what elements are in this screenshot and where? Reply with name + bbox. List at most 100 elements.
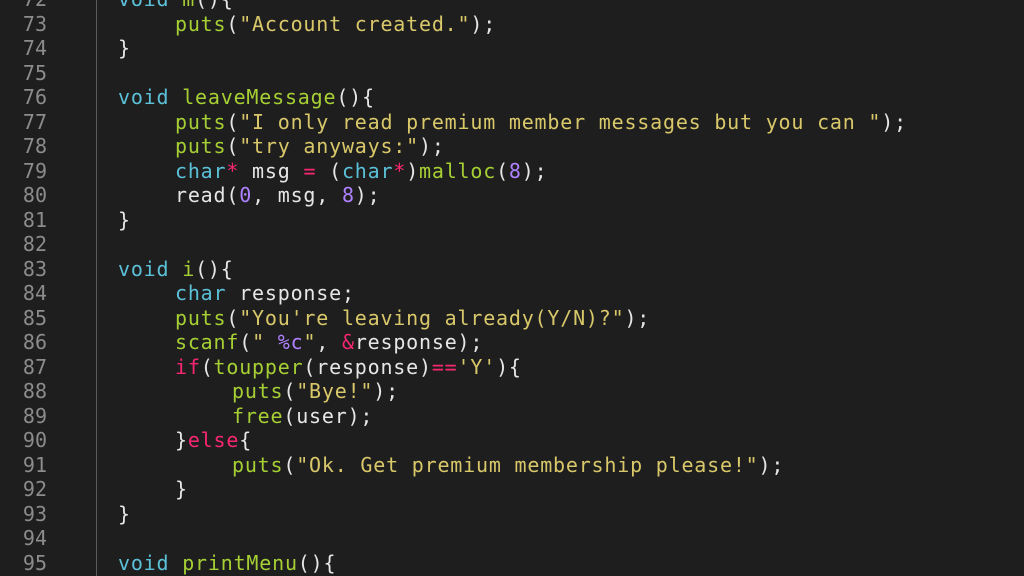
code-token: (user);: [283, 403, 374, 428]
code-token: );: [521, 158, 548, 183]
code-line[interactable]: 80 read(0, msg, 8);: [0, 183, 1024, 208]
code-token: "Ok. Get premium membership please!": [296, 452, 759, 477]
code-token: (: [226, 134, 240, 158]
code-token: char: [341, 158, 394, 183]
code-token: );: [881, 109, 907, 134]
code-token: }: [118, 36, 131, 60]
code-line[interactable]: 76 void leaveMessage(){: [0, 85, 1024, 110]
code-token: puts: [175, 134, 227, 158]
code-editor[interactable]: 72void m(){73puts("Account created.");74…: [0, 0, 1024, 576]
code-token: 8: [508, 158, 522, 183]
line-number: 81: [22, 207, 47, 232]
code-token: 'Y': [457, 354, 497, 379]
code-token: void: [118, 85, 170, 109]
code-token: "I only read premium member messages but…: [239, 109, 882, 134]
line-number: 72: [0, 0, 47, 12]
line-number: 92: [22, 477, 47, 501]
code-token: (: [496, 158, 509, 183]
code-line[interactable]: 75: [0, 61, 1024, 86]
code-token: }: [118, 501, 131, 526]
line-number: 79: [22, 158, 47, 183]
code-token: else: [187, 428, 240, 452]
code-token: leaveMessage: [182, 85, 337, 109]
code-text: char response;: [175, 281, 355, 306]
code-token: printMenu: [182, 550, 298, 575]
line-number: 91: [22, 452, 47, 477]
code-token: (response): [303, 354, 432, 379]
code-token: , msg,: [252, 183, 342, 207]
code-token: "You're leaving already(Y/N)?": [239, 305, 625, 330]
code-token: puts: [232, 452, 284, 477]
code-line[interactable]: 79 char* msg = (char*)malloc(8);: [0, 159, 1024, 184]
code-line[interactable]: 78 puts("try anyways:");: [0, 134, 1024, 159]
code-token: "Bye!": [296, 379, 374, 403]
code-text: puts("Ok. Get premium membership please!…: [232, 453, 784, 478]
code-line[interactable]: 95 void printMenu(){: [0, 551, 1024, 576]
code-token: void: [118, 256, 170, 281]
code-token: (){: [336, 85, 375, 109]
code-line[interactable]: 81}: [0, 208, 1024, 233]
code-token: if: [175, 354, 201, 379]
code-line[interactable]: 83 void i(){: [0, 257, 1024, 282]
code-line[interactable]: 74}: [0, 36, 1024, 61]
code-token: (){: [297, 550, 337, 575]
code-line[interactable]: 84 char response;: [0, 281, 1024, 306]
code-token: }: [175, 428, 188, 452]
code-line[interactable]: 82: [0, 232, 1024, 257]
code-token: );: [373, 379, 399, 403]
code-line[interactable]: 72 void m(){: [0, 0, 1024, 12]
code-token: );: [419, 134, 445, 158]
code-token: response);: [354, 330, 484, 354]
code-text: puts("Account created.");: [175, 12, 496, 37]
line-number: 82: [22, 232, 47, 256]
code-text: char* msg = (char*)malloc(8);: [175, 159, 547, 184]
code-token: );: [470, 11, 497, 36]
line-number: 85: [22, 305, 47, 330]
code-line[interactable]: 73 puts("Account created.");: [0, 12, 1024, 37]
code-token: =: [303, 158, 317, 183]
code-token: ==: [431, 354, 458, 379]
code-line[interactable]: 88 puts("Bye!");: [0, 379, 1024, 404]
code-token: puts: [175, 305, 227, 330]
code-token: 0: [239, 183, 253, 207]
code-line[interactable]: 87 if(toupper(response)=='Y'){: [0, 355, 1024, 380]
line-number: 80: [22, 183, 47, 207]
code-line[interactable]: 91 puts("Ok. Get premium membership pleas…: [0, 453, 1024, 478]
code-line[interactable]: 85 puts("You're leaving already(Y/N)?");: [0, 306, 1024, 331]
code-token: puts: [232, 379, 284, 403]
line-number: 88: [22, 379, 47, 403]
code-token: (: [226, 109, 240, 134]
code-token: response;: [226, 281, 355, 305]
code-line[interactable]: 77 puts("I only read premium member messa…: [0, 110, 1024, 135]
code-token: }: [175, 477, 188, 501]
line-number: 95: [22, 550, 47, 575]
code-line[interactable]: 86 scanf(" %c", &response);: [0, 330, 1024, 355]
code-text: if(toupper(response)=='Y'){: [175, 355, 522, 380]
code-line[interactable]: 94: [0, 526, 1024, 551]
code-token: i: [182, 256, 196, 281]
code-token: msg: [239, 158, 304, 183]
code-token: 8: [341, 183, 355, 207]
line-number: 89: [22, 403, 47, 428]
code-token: void: [118, 550, 170, 575]
code-line[interactable]: 92}: [0, 477, 1024, 502]
code-token: puts: [175, 11, 227, 36]
line-number: 84: [22, 281, 47, 305]
code-line[interactable]: 89 free(user);: [0, 404, 1024, 429]
code-text: }: [118, 36, 131, 61]
code-text: puts("try anyways:");: [175, 134, 445, 159]
code-line[interactable]: 90}else{: [0, 428, 1024, 453]
code-text: void leaveMessage(){: [118, 85, 375, 110]
code-token: %c: [277, 330, 304, 354]
line-number: 87: [22, 354, 47, 379]
code-token: (: [226, 305, 240, 330]
code-text: void i(){: [118, 257, 234, 282]
code-token: (: [239, 330, 253, 354]
code-token: (: [226, 11, 240, 36]
code-token: m: [182, 0, 195, 11]
code-line[interactable]: 93}: [0, 502, 1024, 527]
